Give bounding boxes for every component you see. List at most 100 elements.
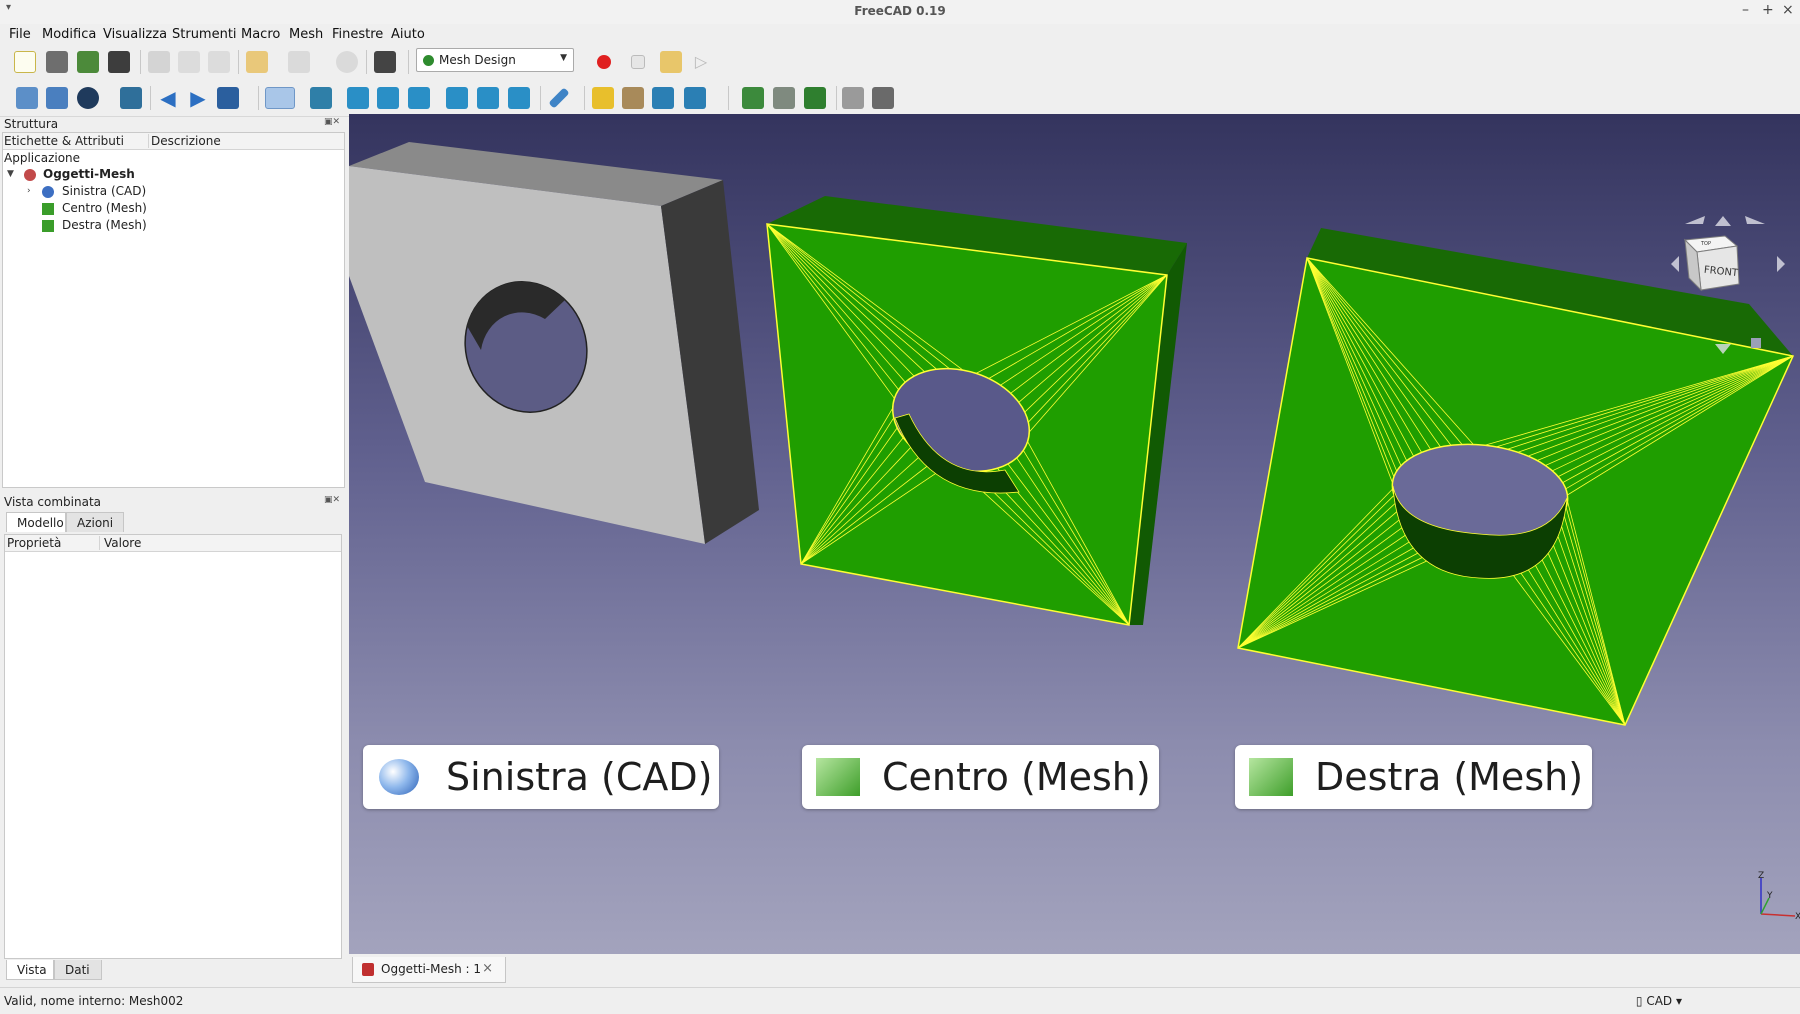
new-file-icon[interactable] [14,51,36,73]
isometric-view-icon[interactable] [310,87,332,109]
menu-file[interactable]: File [9,27,31,42]
undo-icon[interactable] [246,51,268,73]
3d-scene[interactable]: TOP FRONT Z Y X [349,114,1800,954]
menu-macro[interactable]: Macro [241,27,280,42]
evaluate-solid-icon[interactable] [872,87,894,109]
make-link-icon[interactable] [652,87,674,109]
copy-icon[interactable] [178,51,200,73]
mesh-icon [816,758,860,796]
tree-view[interactable]: Etichette & Attributi Descrizione Applic… [2,132,345,488]
left-view-icon[interactable] [508,87,530,109]
macro-play-icon[interactable]: ▷ [690,51,712,73]
tree-item-label: Sinistra (CAD) [62,184,147,198]
right-view-icon[interactable] [408,87,430,109]
fit-selection-icon[interactable] [46,87,68,109]
tree-item-centro[interactable]: Centro (Mesh) [3,201,333,217]
top-view-icon[interactable] [377,87,399,109]
open-file-icon[interactable] [46,51,68,73]
column-description[interactable]: Descrizione [148,134,241,148]
property-column-header: Proprietà Valore [5,535,341,552]
expand-arrow-icon[interactable]: ▼ [7,169,14,179]
document-tab[interactable]: Oggetti-Mesh : 1 × [352,957,506,983]
title-bar: ▾ FreeCAD 0.19 – + × [0,0,1800,25]
viewport-label-centro: Centro (Mesh) [882,755,1151,799]
workbench-selector[interactable]: Mesh Design ▼ [416,48,574,72]
measure-distance-icon[interactable] [548,87,570,109]
destra-mesh-shape[interactable] [1237,228,1795,726]
toolbar-separator [366,50,367,74]
rear-view-icon[interactable] [446,87,468,109]
menu-mesh[interactable]: Mesh [289,27,323,42]
maximize-button[interactable]: + [1762,2,1774,18]
whats-this-icon[interactable] [374,51,396,73]
tab-modello[interactable]: Modello [6,512,66,532]
fit-all-icon[interactable] [16,87,38,109]
tree-item-sinistra[interactable]: › Sinistra (CAD) [3,184,333,200]
menu-modifica[interactable]: Modifica [42,27,96,42]
zoom-icon[interactable] [265,87,295,109]
rotate-right-icon[interactable] [1745,216,1765,224]
back-arrow-icon[interactable]: ◀ [157,87,179,109]
navigation-style-selector[interactable]: ▯ CAD ▾ [1636,994,1682,1008]
draw-style-icon[interactable] [77,87,99,109]
sync-view-icon[interactable] [217,87,239,109]
cad-block-shape[interactable] [349,142,759,544]
front-view-icon[interactable] [347,87,369,109]
link-actions-icon[interactable] [684,87,706,109]
create-part-icon[interactable] [592,87,614,109]
column-value[interactable]: Valore [99,536,141,550]
macro-edit-icon[interactable] [660,51,682,73]
forward-arrow-icon[interactable]: ▶ [187,87,209,109]
3d-viewport[interactable]: TOP FRONT Z Y X Sinistra (CAD) Centro (M… [349,114,1800,954]
panel-float-close-icon[interactable]: ▣✕ [324,495,340,505]
navcube-menu-icon[interactable] [1751,338,1761,348]
tab-dati[interactable]: Dati [54,960,102,980]
tree-section-label: Applicazione [4,151,81,165]
menu-finestre[interactable]: Finestre [332,27,383,42]
redo-icon[interactable] [288,51,310,73]
column-property[interactable]: Proprietà [7,536,61,550]
rotate-left-icon[interactable] [1685,216,1705,224]
export-mesh-icon[interactable] [773,87,795,109]
mesh-icon [42,220,54,232]
tree-document-label: Oggetti-Mesh [43,167,135,181]
arrow-left-icon[interactable] [1671,256,1679,272]
axis-y-label: Y [1766,891,1773,901]
column-labels-attributes[interactable]: Etichette & Attributi [4,134,124,148]
close-button[interactable]: × [1782,2,1794,18]
window-title: FreeCAD 0.19 [854,4,946,18]
bounding-box-icon[interactable] [120,87,142,109]
tree-document-row[interactable]: ▼ Oggetti-Mesh [3,167,333,183]
paste-icon[interactable] [208,51,230,73]
macro-stop-icon[interactable] [631,55,645,69]
panel-float-close-icon[interactable]: ▣✕ [324,117,340,127]
menu-strumenti[interactable]: Strumenti [172,27,237,42]
minimize-button[interactable]: – [1742,2,1749,18]
import-mesh-icon[interactable] [742,87,764,109]
mesh-from-shape-icon[interactable] [804,87,826,109]
create-group-icon[interactable] [622,87,644,109]
tab-vista[interactable]: Vista [6,960,54,980]
cut-icon[interactable] [148,51,170,73]
save-file-icon[interactable] [77,51,99,73]
close-tab-icon[interactable]: × [482,961,493,976]
status-bar: Valid, nome interno: Mesh002 ▯ CAD ▾ [0,987,1800,1014]
print-icon[interactable] [108,51,130,73]
tree-item-destra[interactable]: Destra (Mesh) [3,218,333,234]
menu-aiuto[interactable]: Aiuto [391,27,425,42]
navcube-top-label: TOP [1700,241,1711,247]
label-card-destra: Destra (Mesh) [1235,745,1592,809]
arrow-right-icon[interactable] [1777,256,1785,272]
macro-record-icon[interactable] [597,55,611,69]
tab-azioni[interactable]: Azioni [66,512,124,532]
property-editor[interactable]: Proprietà Valore [4,534,342,959]
menu-visualizza[interactable]: Visualizza [103,27,167,42]
arrow-up-icon[interactable] [1715,216,1731,226]
combo-panel-header: Vista combinata ▣✕ [0,493,344,511]
view-toolbar: ◀ ▶ [0,80,1800,117]
collapse-arrow-icon[interactable]: › [27,186,31,196]
analyze-mesh-icon[interactable] [842,87,864,109]
refresh-icon[interactable] [336,51,358,73]
bottom-view-icon[interactable] [477,87,499,109]
centro-mesh-shape[interactable] [766,196,1187,626]
